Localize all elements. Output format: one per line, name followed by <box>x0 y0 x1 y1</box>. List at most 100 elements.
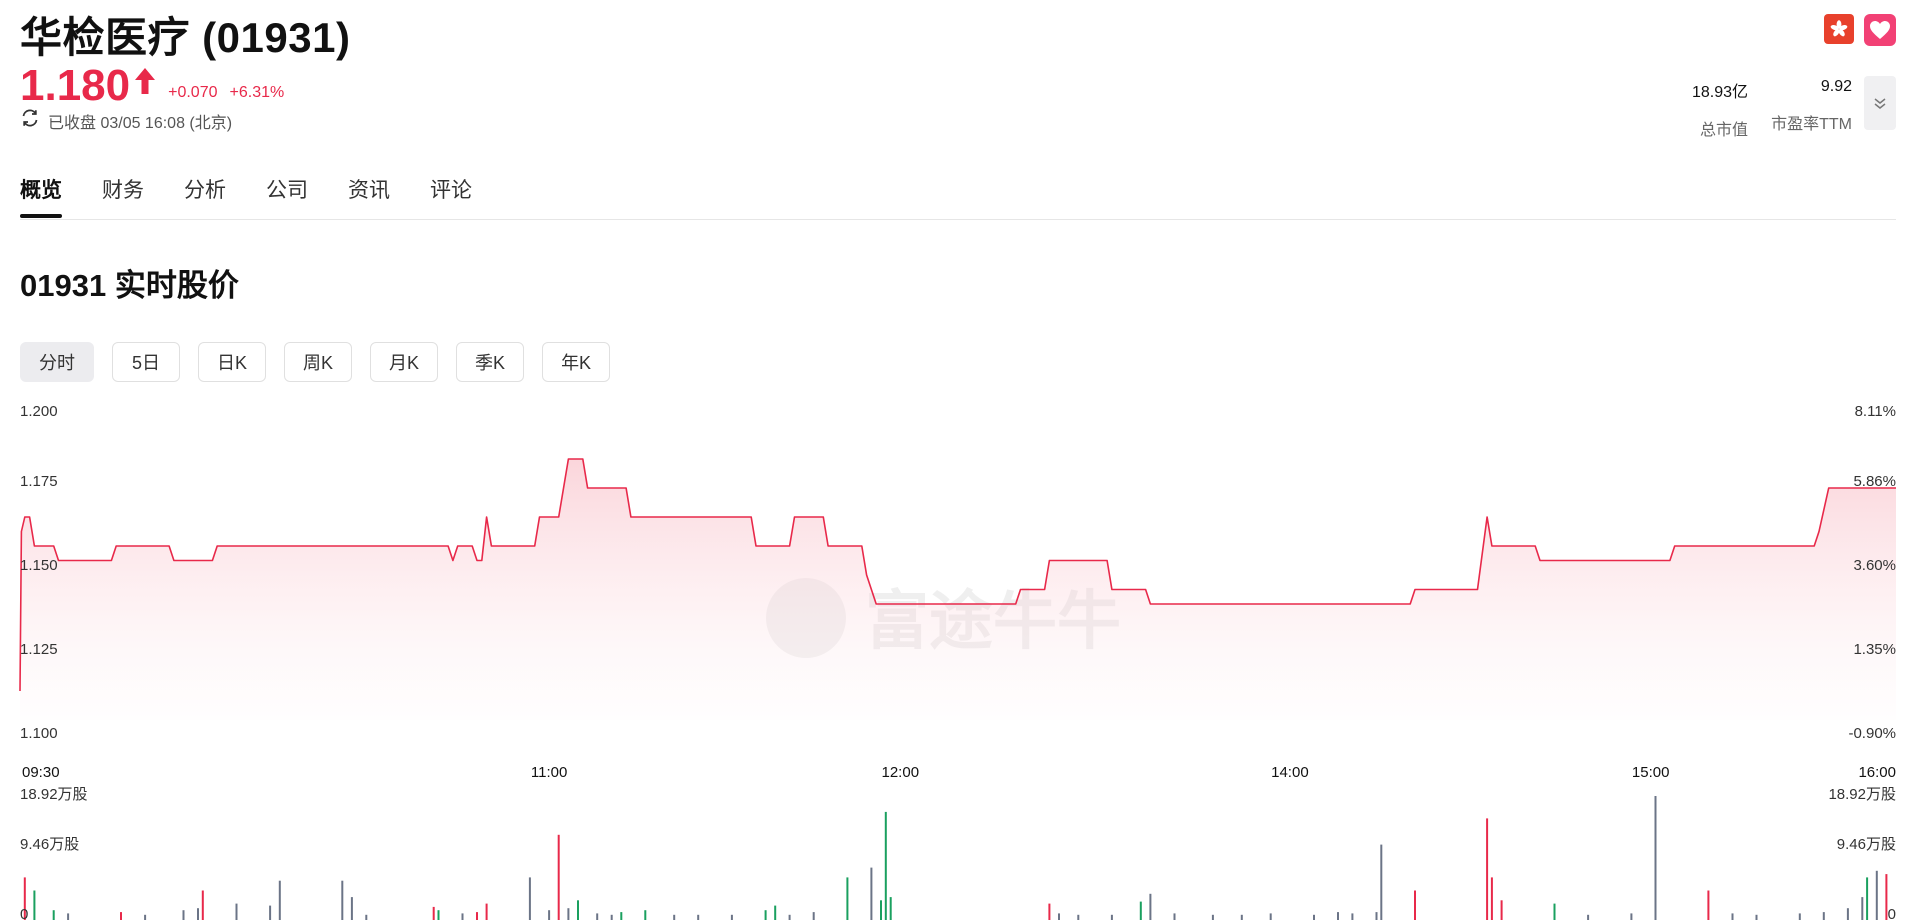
volume-bar <box>1630 913 1633 920</box>
tab-1[interactable]: 财务 <box>102 174 144 218</box>
intraday-chart[interactable]: 富途牛牛 1.2001.1751.1501.1251.100 8.11%5.86… <box>0 400 1920 924</box>
refresh-icon[interactable] <box>20 108 40 133</box>
volume-bar <box>461 913 464 920</box>
volume-label-right-mid: 9.46万股 <box>1837 836 1896 853</box>
volume-label-left-zero: 0 <box>20 906 28 923</box>
volume-bar <box>1707 890 1710 920</box>
expand-stats-button[interactable] <box>1864 76 1896 130</box>
y-tick-left: 1.150 <box>20 557 58 574</box>
x-axis: 09:30 11:00 12:00 14:00 15:00 16:00 <box>22 764 1896 781</box>
volume-axis: 18.92万股 18.92万股 9.46万股 9.46万股 0 0 <box>20 786 1896 923</box>
volume-bar <box>67 913 70 920</box>
volume-bar <box>1173 913 1176 920</box>
period-selector: 分时 5日 日K 周K 月K 季K 年K <box>20 342 611 382</box>
volume-bar <box>33 890 36 920</box>
volume-bar <box>365 914 368 920</box>
change-abs: +0.070 <box>168 84 218 101</box>
y-tick-left: 1.100 <box>20 725 58 742</box>
volume-bar <box>120 912 122 920</box>
volume-bar <box>1240 914 1243 920</box>
volume-bar <box>1553 903 1556 920</box>
volume-bar <box>697 914 700 920</box>
volume-bar <box>1755 914 1758 920</box>
volume-bar <box>1587 914 1590 920</box>
volume-bar <box>870 867 873 920</box>
pe-label: 市盈率TTM <box>1771 116 1852 133</box>
volume-bar <box>1380 844 1383 920</box>
tab-0[interactable]: 概览 <box>20 174 62 218</box>
volume-bar <box>1351 913 1354 920</box>
volume-bar <box>1500 900 1503 920</box>
volume-bar <box>432 906 435 920</box>
x-tick: 16:00 <box>1858 764 1896 781</box>
tab-5[interactable]: 评论 <box>430 174 472 218</box>
volume-bar <box>880 900 882 920</box>
volume-bar <box>1149 893 1152 920</box>
volume-bar <box>1337 912 1339 920</box>
volume-label-right-zero: 0 <box>1888 906 1896 923</box>
period-button-0[interactable]: 分时 <box>20 342 94 382</box>
y-tick-left: 1.175 <box>20 473 58 490</box>
volume-bars <box>23 796 1888 920</box>
volume-bar <box>144 914 147 920</box>
volume-bar <box>548 910 551 920</box>
status-text: 已收盘 03/05 16:08 (北京) <box>48 114 233 132</box>
x-tick: 14:00 <box>1271 764 1309 781</box>
top-icons <box>1824 14 1896 46</box>
period-button-4[interactable]: 月K <box>370 342 439 382</box>
volume-bar <box>1077 914 1080 920</box>
volume-bar <box>1110 914 1113 920</box>
volume-bar <box>197 908 199 920</box>
volume-bar <box>1211 914 1214 920</box>
hk-market-flag-icon <box>1824 14 1854 44</box>
volume-bar <box>557 834 560 920</box>
heart-icon <box>1870 21 1890 39</box>
main-tabs: 概览 财务 分析 公司 资讯 评论 <box>20 174 512 218</box>
pe-value: 9.92 <box>1820 78 1852 95</box>
volume-bar <box>620 912 623 920</box>
volume-bar <box>1875 870 1878 920</box>
tab-3[interactable]: 公司 <box>266 174 308 218</box>
volume-bar <box>1375 912 1378 920</box>
volume-bar <box>644 910 647 920</box>
period-button-3[interactable]: 周K <box>284 342 353 382</box>
x-tick: 11:00 <box>531 764 567 781</box>
volume-bar <box>788 914 791 920</box>
period-button-5[interactable]: 季K <box>456 342 525 382</box>
double-chevron-down-icon <box>1874 98 1886 109</box>
change-pct: +6.31% <box>229 84 285 101</box>
volume-bar <box>673 914 676 920</box>
y-tick-right: -0.90% <box>1848 725 1896 742</box>
pe-stat: 9.92 市盈率TTM <box>1771 78 1852 134</box>
tab-2[interactable]: 分析 <box>184 174 226 218</box>
period-button-1[interactable]: 5日 <box>112 342 180 382</box>
market-cap-value: 18.93亿 <box>1691 84 1748 101</box>
volume-bar <box>1846 908 1849 920</box>
volume-bar <box>1486 818 1489 920</box>
market-status: 已收盘 03/05 16:08 (北京) <box>20 108 232 133</box>
market-cap-stat: 18.93亿 总市值 <box>1692 78 1748 140</box>
volume-bar <box>1048 903 1051 920</box>
last-price: 1.180 <box>20 61 131 110</box>
volume-bar <box>812 912 815 920</box>
volume-bar <box>1490 877 1493 920</box>
volume-label-left-max: 18.92万股 <box>20 786 88 803</box>
period-button-2[interactable]: 日K <box>198 342 267 382</box>
y-tick-left: 1.200 <box>20 403 58 420</box>
period-button-6[interactable]: 年K <box>542 342 611 382</box>
y-tick-right: 3.60% <box>1853 557 1896 574</box>
volume-bar <box>269 905 272 920</box>
volume-bar <box>528 877 531 920</box>
favorite-button[interactable] <box>1864 14 1896 46</box>
volume-bar <box>577 900 579 920</box>
volume-bar <box>567 908 570 920</box>
volume-bar <box>1654 796 1657 920</box>
volume-bar <box>52 910 55 920</box>
volume-bar <box>1313 914 1315 920</box>
volume-label-right-max: 18.92万股 <box>1828 786 1896 803</box>
x-tick: 15:00 <box>1632 764 1670 781</box>
volume-bar <box>278 880 281 920</box>
volume-bar <box>341 880 344 920</box>
tab-4[interactable]: 资讯 <box>348 174 390 218</box>
volume-bar <box>476 912 478 920</box>
